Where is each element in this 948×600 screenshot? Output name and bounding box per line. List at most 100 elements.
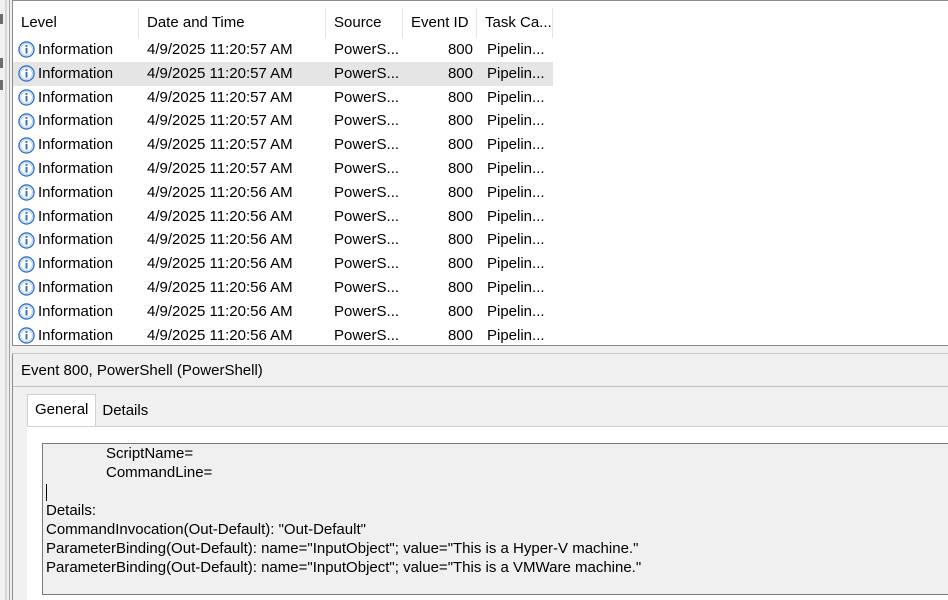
event-id: 800 (447, 41, 473, 58)
info-icon (18, 327, 35, 344)
event-level-cell: Information (13, 38, 139, 62)
event-source: PowerS... (334, 278, 400, 296)
event-level-cell: Information (13, 109, 139, 133)
event-source: PowerS... (334, 88, 400, 106)
event-source: PowerS... (334, 255, 400, 273)
column-header-date-time[interactable]: Date and Time (139, 8, 326, 38)
event-row[interactable]: Information 4/9/2025 11:20:57 AM PowerS...… (13, 86, 553, 110)
event-list-header: Level Date and Time Source Event ID Task… (13, 8, 553, 38)
event-level-cell: Information (13, 252, 139, 276)
event-detail-panel: Event 800, PowerShell (PowerShell) Gener… (12, 354, 948, 600)
info-icon (18, 208, 35, 225)
event-date-time: 4/9/2025 11:20:56 AM (147, 207, 293, 225)
event-level-cell: Information (13, 86, 139, 110)
event-source: PowerS... (334, 207, 400, 225)
event-row[interactable]: Information 4/9/2025 11:20:56 AM PowerS...… (13, 276, 553, 300)
left-pane-mark (0, 58, 3, 68)
event-row[interactable]: Information 4/9/2025 11:20:57 AM PowerS...… (13, 38, 553, 62)
event-level-cell: Information (13, 276, 139, 300)
event-viewer-window: Level Date and Time Source Event ID Task… (0, 0, 948, 600)
event-id: 800 (447, 302, 473, 320)
event-level-label: Information (38, 255, 114, 273)
event-row[interactable]: Information 4/9/2025 11:20:56 AM PowerS...… (13, 205, 553, 229)
event-level-cell: Information (13, 228, 139, 252)
message-line: ParameterBinding(Out-Default): name="Inp… (46, 559, 642, 576)
event-row[interactable]: Information 4/9/2025 11:20:56 AM PowerS...… (13, 181, 553, 205)
event-source: PowerS... (334, 159, 400, 177)
info-icon (18, 136, 35, 154)
message-line: CommandInvocation(Out-Default): "Out-Def… (46, 521, 366, 538)
event-date-time: 4/9/2025 11:20:57 AM (147, 41, 293, 58)
tab-details[interactable]: Details (96, 396, 154, 426)
event-row[interactable]: Information 4/9/2025 11:20:57 AM PowerS...… (13, 157, 553, 181)
event-source: PowerS... (334, 112, 400, 130)
event-task-category: Pipelin... (487, 278, 545, 296)
event-id: 800 (447, 136, 473, 154)
event-level-cell: Information (13, 133, 139, 157)
event-level-cell: Information (13, 62, 139, 86)
message-line: CommandLine= (106, 464, 213, 481)
event-message-box[interactable]: ScriptName= CommandLine= Details: CommandIn… (42, 443, 948, 595)
pane-splitter[interactable] (12, 346, 948, 354)
event-level-label: Information (38, 183, 114, 201)
event-task-category: Pipelin... (487, 112, 545, 130)
column-header-source[interactable]: Source (326, 8, 403, 38)
event-id: 800 (447, 183, 473, 201)
event-id: 800 (447, 326, 473, 344)
left-pane-mark (0, 14, 3, 24)
general-tab-body: ScriptName= CommandLine= Details: CommandIn… (27, 426, 948, 600)
event-task-category: Pipelin... (487, 255, 545, 273)
event-id: 800 (447, 159, 473, 177)
column-header-task-category[interactable]: Task Ca... (477, 8, 553, 38)
event-task-category: Pipelin... (487, 302, 545, 320)
event-date-time: 4/9/2025 11:20:57 AM (147, 64, 293, 82)
event-date-time: 4/9/2025 11:20:56 AM (147, 278, 293, 296)
event-date-time: 4/9/2025 11:20:56 AM (147, 302, 293, 320)
event-row[interactable]: Information 4/9/2025 11:20:57 AM PowerS...… (13, 61, 553, 86)
info-icon (18, 184, 35, 201)
event-level-cell: Information (13, 324, 139, 345)
event-date-time: 4/9/2025 11:20:56 AM (147, 255, 293, 273)
event-rows: Information 4/9/2025 11:20:57 AM PowerS...… (13, 38, 553, 345)
event-level-label: Information (38, 64, 114, 82)
event-level-cell: Information (13, 181, 139, 205)
left-pane-edge (0, 0, 10, 600)
event-source: PowerS... (334, 136, 400, 154)
info-icon (18, 41, 35, 59)
column-header-level[interactable]: Level (13, 8, 139, 38)
event-level-label: Information (38, 207, 114, 225)
event-row[interactable]: Information 4/9/2025 11:20:56 AM PowerS...… (13, 300, 553, 324)
text-caret (46, 483, 47, 501)
event-level-label: Information (38, 136, 114, 154)
event-date-time: 4/9/2025 11:20:57 AM (147, 136, 293, 154)
event-level-label: Information (38, 112, 114, 130)
tab-general[interactable]: General (27, 394, 97, 426)
event-source: PowerS... (334, 302, 400, 320)
event-task-category: Pipelin... (487, 136, 545, 154)
event-date-time: 4/9/2025 11:20:56 AM (147, 183, 293, 201)
event-id: 800 (447, 278, 473, 296)
event-date-time: 4/9/2025 11:20:56 AM (147, 231, 293, 249)
column-header-event-id[interactable]: Event ID (403, 8, 477, 38)
event-task-category: Pipelin... (487, 159, 545, 177)
event-date-time: 4/9/2025 11:20:57 AM (147, 112, 293, 130)
event-id: 800 (447, 64, 473, 82)
event-row[interactable]: Information 4/9/2025 11:20:56 AM PowerS...… (13, 252, 553, 276)
event-message-text: ScriptName= CommandLine= Details: CommandIn… (46, 444, 641, 577)
event-row[interactable]: Information 4/9/2025 11:20:57 AM PowerS...… (13, 109, 553, 133)
event-level-cell: Information (13, 300, 139, 324)
info-icon (18, 113, 35, 130)
message-line (46, 482, 641, 501)
info-icon (18, 89, 35, 106)
event-row[interactable]: Information 4/9/2025 11:20:57 AM PowerS...… (13, 133, 553, 157)
message-line: ScriptName= (106, 445, 194, 462)
event-date-time: 4/9/2025 11:20:56 AM (147, 326, 293, 344)
event-id: 800 (447, 231, 473, 249)
event-id: 800 (447, 255, 473, 273)
event-task-category: Pipelin... (487, 207, 545, 225)
left-pane-scrollbar[interactable] (5, 0, 7, 600)
event-row[interactable]: Information 4/9/2025 11:20:56 AM PowerS...… (13, 324, 553, 345)
event-task-category: Pipelin... (487, 183, 545, 201)
event-row[interactable]: Information 4/9/2025 11:20:56 AM PowerS...… (13, 228, 553, 252)
event-detail-title: Event 800, PowerShell (PowerShell) (13, 354, 948, 387)
